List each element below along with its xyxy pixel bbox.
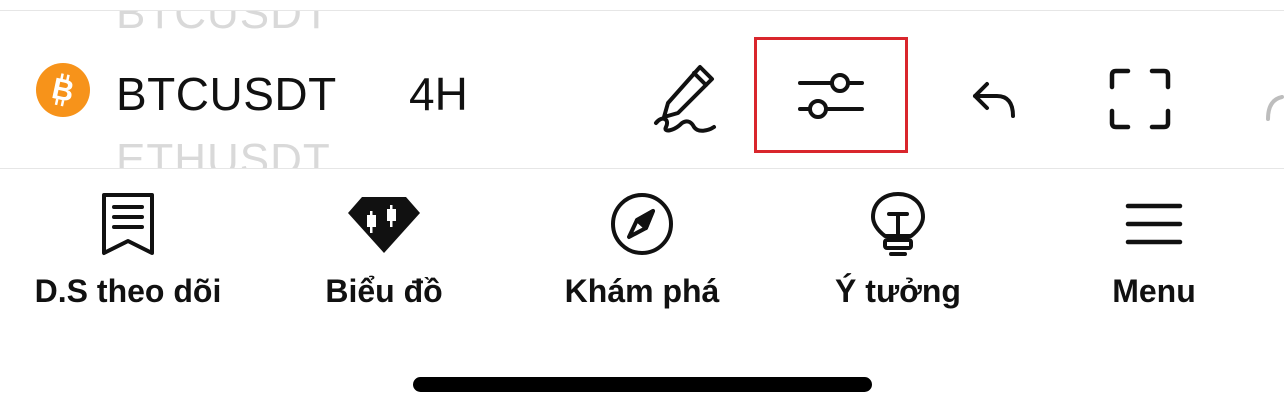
symbol-selector[interactable]: BTCUSDT <box>116 67 337 121</box>
pen-signature-icon <box>654 65 716 133</box>
watchlist-icon <box>102 193 154 255</box>
nav-item-explore[interactable]: Khám phá <box>512 169 772 329</box>
nav-label-watchlist: D.S theo dõi <box>34 273 222 309</box>
interval-selector[interactable]: 4H <box>409 67 468 121</box>
loading-spinner-icon <box>1258 89 1284 129</box>
bottom-nav: D.S theo dõi Biểu đồ Khám phá Ý tưởng Me… <box>0 169 1284 329</box>
nav-item-watchlist[interactable]: D.S theo dõi <box>0 169 256 329</box>
fullscreen-icon <box>1109 68 1171 130</box>
symbol-picker-prev[interactable]: BTCUSDT <box>116 11 331 39</box>
undo-arrow-icon <box>973 82 1015 118</box>
drawing-tools-button[interactable] <box>648 61 720 137</box>
nav-label-ideas: Ý tưởng <box>835 273 961 309</box>
chart-toolbar: BTCUSDT ETHUSDT B BTCUSDT 4H <box>0 11 1284 168</box>
home-indicator[interactable] <box>413 377 872 392</box>
bitcoin-icon: B <box>36 63 90 117</box>
lightbulb-icon <box>871 192 925 256</box>
hamburger-icon <box>1125 203 1183 245</box>
candlestick-chart-icon <box>348 197 420 253</box>
nav-label-menu: Menu <box>1112 273 1196 309</box>
symbol-picker-next[interactable]: ETHUSDT <box>116 135 331 168</box>
chart-settings-button[interactable] <box>754 37 908 153</box>
compass-icon <box>611 193 673 255</box>
sliders-icon <box>798 73 864 119</box>
nav-item-ideas[interactable]: Ý tưởng <box>772 169 1024 329</box>
nav-label-explore: Khám phá <box>564 273 720 309</box>
fullscreen-button[interactable] <box>1104 63 1176 135</box>
nav-label-chart: Biểu đồ <box>325 273 443 309</box>
undo-button[interactable] <box>964 69 1026 131</box>
nav-item-menu[interactable]: Menu <box>1024 169 1284 329</box>
nav-item-chart[interactable]: Biểu đồ <box>256 169 512 329</box>
